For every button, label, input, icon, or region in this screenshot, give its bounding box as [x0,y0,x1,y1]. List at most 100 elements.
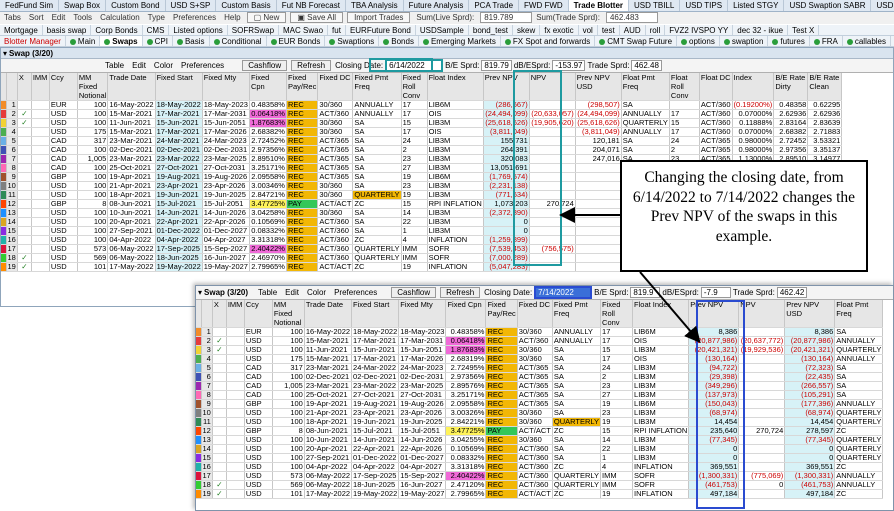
table-cell[interactable]: SA [352,172,402,182]
table-cell[interactable]: 27-Oct-2021 [155,163,203,173]
table-cell[interactable]: 27-Oct-2031 [398,390,447,400]
table-cell[interactable]: ✓ [212,336,227,346]
table-cell[interactable]: REC [286,226,319,236]
table-cell[interactable]: REC [286,181,319,191]
table-cell[interactable]: 30/360 [317,118,354,128]
table-cell[interactable] [226,345,245,355]
table-cell[interactable]: 17 [600,354,634,364]
table-cell[interactable]: 23-Mar-2021 [107,154,156,164]
table-cell[interactable]: 17-Mar-2026 [398,354,447,364]
table-cell[interactable]: USD [49,253,78,263]
menu-color[interactable]: Color [150,61,177,70]
table-cell[interactable]: 22-Apr-2026 [202,217,250,227]
table-cell[interactable]: 17-Mar-2021 [351,336,400,346]
table-cell[interactable]: 15-Jul-2051 [398,426,447,436]
table-cell[interactable]: REC [286,244,319,254]
table-cell[interactable]: 3.00326% [445,408,487,418]
table-cell[interactable]: USD [244,408,273,418]
table-cell[interactable] [738,390,786,400]
table-cell[interactable]: 18-Apr-2021 [107,190,156,200]
table-cell[interactable] [31,136,50,146]
table-cell[interactable]: QUARTERLY [552,480,602,490]
table-cell[interactable]: 17-Mar-2031 [202,109,250,119]
table-cell[interactable]: 19 [401,262,428,272]
table-cell[interactable]: 23-Apr-2021 [351,408,400,418]
table-cell[interactable]: 2.72495% [445,363,487,373]
table-cell[interactable]: ACT/ACT [317,199,354,209]
table-cell[interactable] [226,444,245,454]
table-cell[interactable]: 15 [600,345,634,355]
table-cell[interactable]: 497,184 [784,489,836,499]
table-row[interactable]: 3 ✓ USD 100 11-Jun-2021 15-Jun-2021 15-Jun-205… [1,118,843,128]
table-cell[interactable]: USD [244,345,273,355]
table-cell[interactable]: 100 [77,118,109,128]
table-cell[interactable]: LIB3M [427,118,484,128]
table-cell[interactable] [212,426,227,436]
table-cell[interactable] [31,226,50,236]
table-cell[interactable]: GBP [49,172,78,182]
table-cell[interactable] [226,453,245,463]
table-cell[interactable]: ANNUALLY [352,100,402,110]
table-cell[interactable]: 2 [6,109,18,119]
column-header[interactable]: X [212,300,227,328]
table-cell[interactable]: (20,877,986) [784,336,836,346]
table-cell[interactable] [17,208,32,218]
menu-color[interactable]: Color [303,288,330,297]
table-row[interactable]: 16 USD 100 04-Apr-2022 04-Apr-2022 04-Apr-202… [196,462,884,472]
table-cell[interactable]: QUARTERLY [552,417,602,427]
menu-preferences[interactable]: Preferences [177,61,228,70]
blotter-tab[interactable]: Corp Bonds [91,25,143,35]
table-cell[interactable] [17,172,32,182]
table-row[interactable]: 1 EUR 100 16-May-2022 18-May-2022 18-May-2023… [1,100,843,110]
table-cell[interactable]: ACT/365 [517,372,553,382]
table-cell[interactable]: 0 [738,480,786,490]
table-cell[interactable]: 18-May-2022 [351,327,400,337]
top-tab[interactable]: Future Analysis [404,0,470,11]
table-cell[interactable]: SA [621,136,670,146]
table-cell[interactable]: 19 [201,489,213,499]
column-header[interactable]: Fixed DC [517,300,553,328]
column-header[interactable]: Fixed Cpn [445,300,487,328]
table-cell[interactable] [31,118,50,128]
table-cell[interactable]: QUARTERLY [834,345,884,355]
table-cell[interactable] [575,244,622,254]
table-cell[interactable]: 100 [77,190,109,200]
table-cell[interactable]: 4 [401,235,428,245]
table-cell[interactable] [738,408,786,418]
table-cell[interactable]: PAY [286,199,319,209]
table-cell[interactable]: USD [244,480,273,490]
blotter-tab[interactable]: roll [646,25,666,35]
table-cell[interactable]: 3.35137 [807,145,843,155]
table-cell[interactable]: 06-May-2022 [304,471,353,481]
table-cell[interactable] [212,462,227,472]
table-cell[interactable]: 19 [401,190,428,200]
column-header[interactable]: Ccy [244,300,273,328]
table-cell[interactable]: SA [834,390,884,400]
table-cell[interactable]: (20,637,772) [738,336,786,346]
table-cell[interactable]: SA [552,345,602,355]
table-cell[interactable]: 9 [6,172,18,182]
table-cell[interactable]: 0.48358 [773,100,809,110]
table-cell[interactable]: QUARTERLY [834,408,884,418]
table-cell[interactable]: ACT/360 [699,127,733,137]
column-header[interactable]: IMM [226,300,245,328]
table-cell[interactable]: REC [286,154,319,164]
blotter-tab[interactable]: CMT Swap Future [595,36,678,46]
table-cell[interactable]: 16-Jun-2027 [202,253,250,263]
table-cell[interactable]: 3.31318% [249,235,287,245]
table-cell[interactable]: ACT/ACT [317,262,354,272]
table-cell[interactable]: (105,291) [784,390,836,400]
table-cell[interactable] [17,145,32,155]
table-cell[interactable]: SA [352,163,402,173]
table-cell[interactable]: RPI INFLATION [632,426,690,436]
table-cell[interactable]: 100 [272,390,305,400]
table-cell[interactable]: 19 [6,262,18,272]
column-header[interactable]: Fixed Mty [202,73,250,101]
table-cell[interactable]: 17 [669,109,700,119]
table-cell[interactable]: 19 [600,399,634,409]
menu-calculation[interactable]: Calculation [96,12,144,24]
table-cell[interactable]: REC [485,363,518,373]
table-cell[interactable]: 17-Mar-2026 [202,127,250,137]
table-cell[interactable]: ACT/360 [517,480,553,490]
table-cell[interactable]: REC [485,390,518,400]
